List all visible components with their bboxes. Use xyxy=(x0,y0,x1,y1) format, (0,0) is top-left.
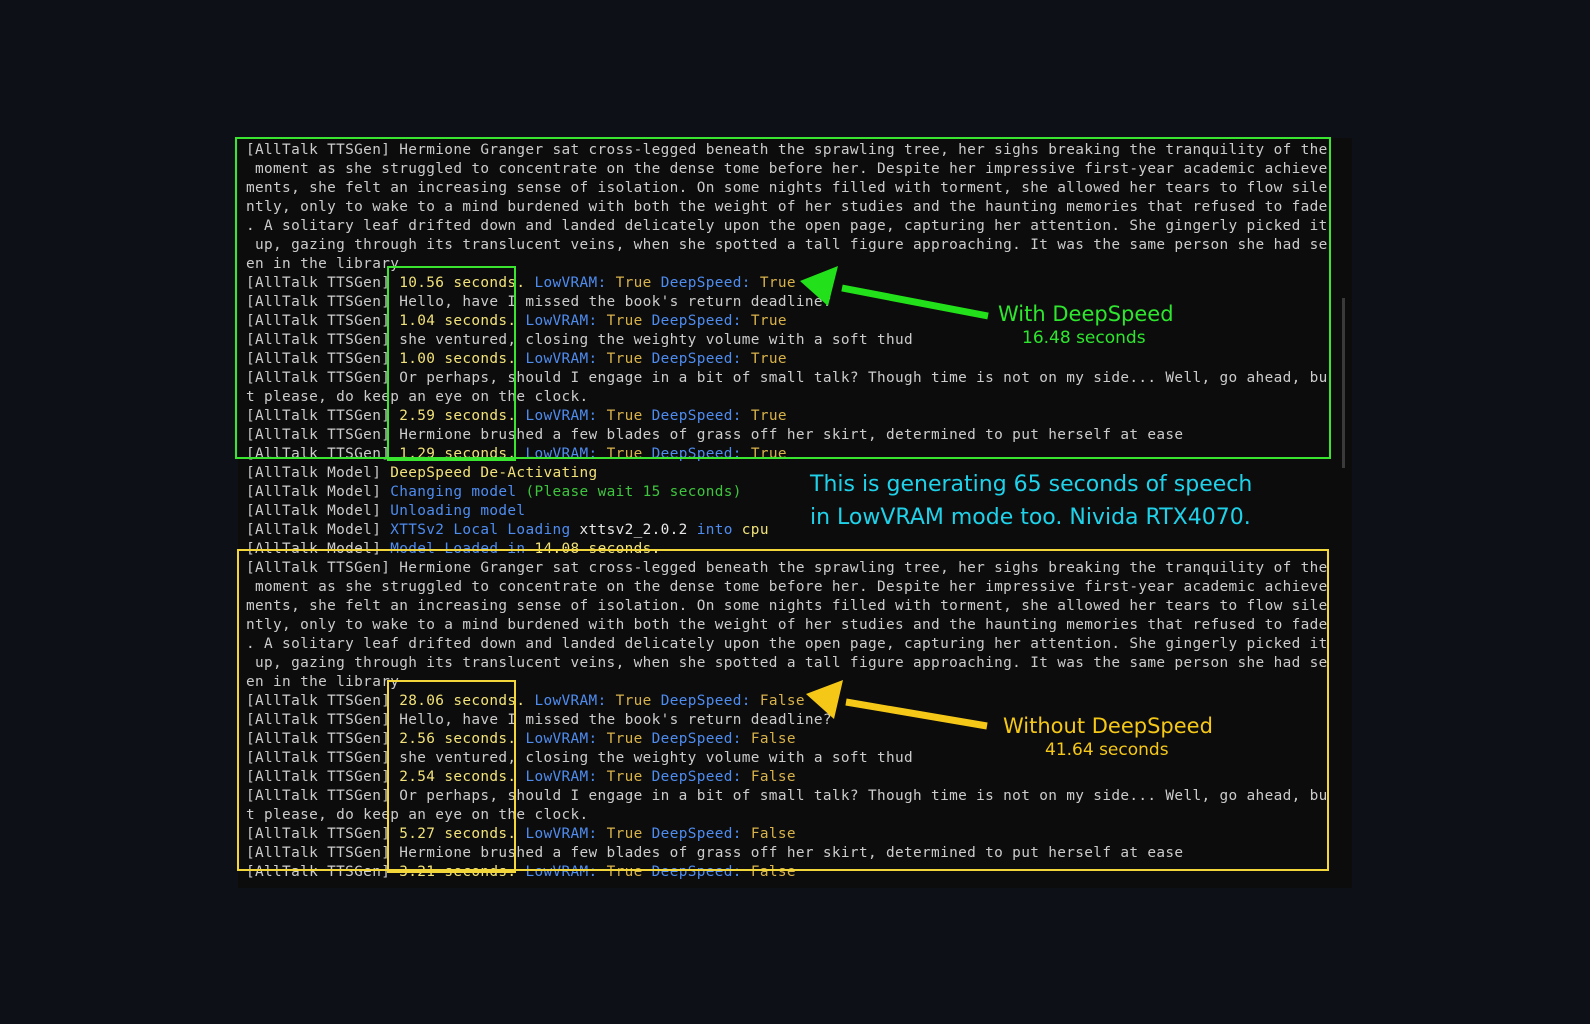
info-line-1: This is generating 65 seconds of speech xyxy=(810,472,1253,497)
yellow-arrow-icon xyxy=(806,680,988,730)
with-deepspeed-label: With DeepSpeed xyxy=(998,302,1174,326)
without-deepspeed-total: 41.64 seconds xyxy=(1045,740,1169,760)
without-deepspeed-label: Without DeepSpeed xyxy=(1003,714,1213,738)
info-line-2: in LowVRAM mode too. Nivida RTX4070. xyxy=(810,505,1251,530)
green-arrow-icon xyxy=(800,266,989,320)
annotation-arrows xyxy=(800,266,989,730)
with-deepspeed-total: 16.48 seconds xyxy=(1022,328,1146,348)
